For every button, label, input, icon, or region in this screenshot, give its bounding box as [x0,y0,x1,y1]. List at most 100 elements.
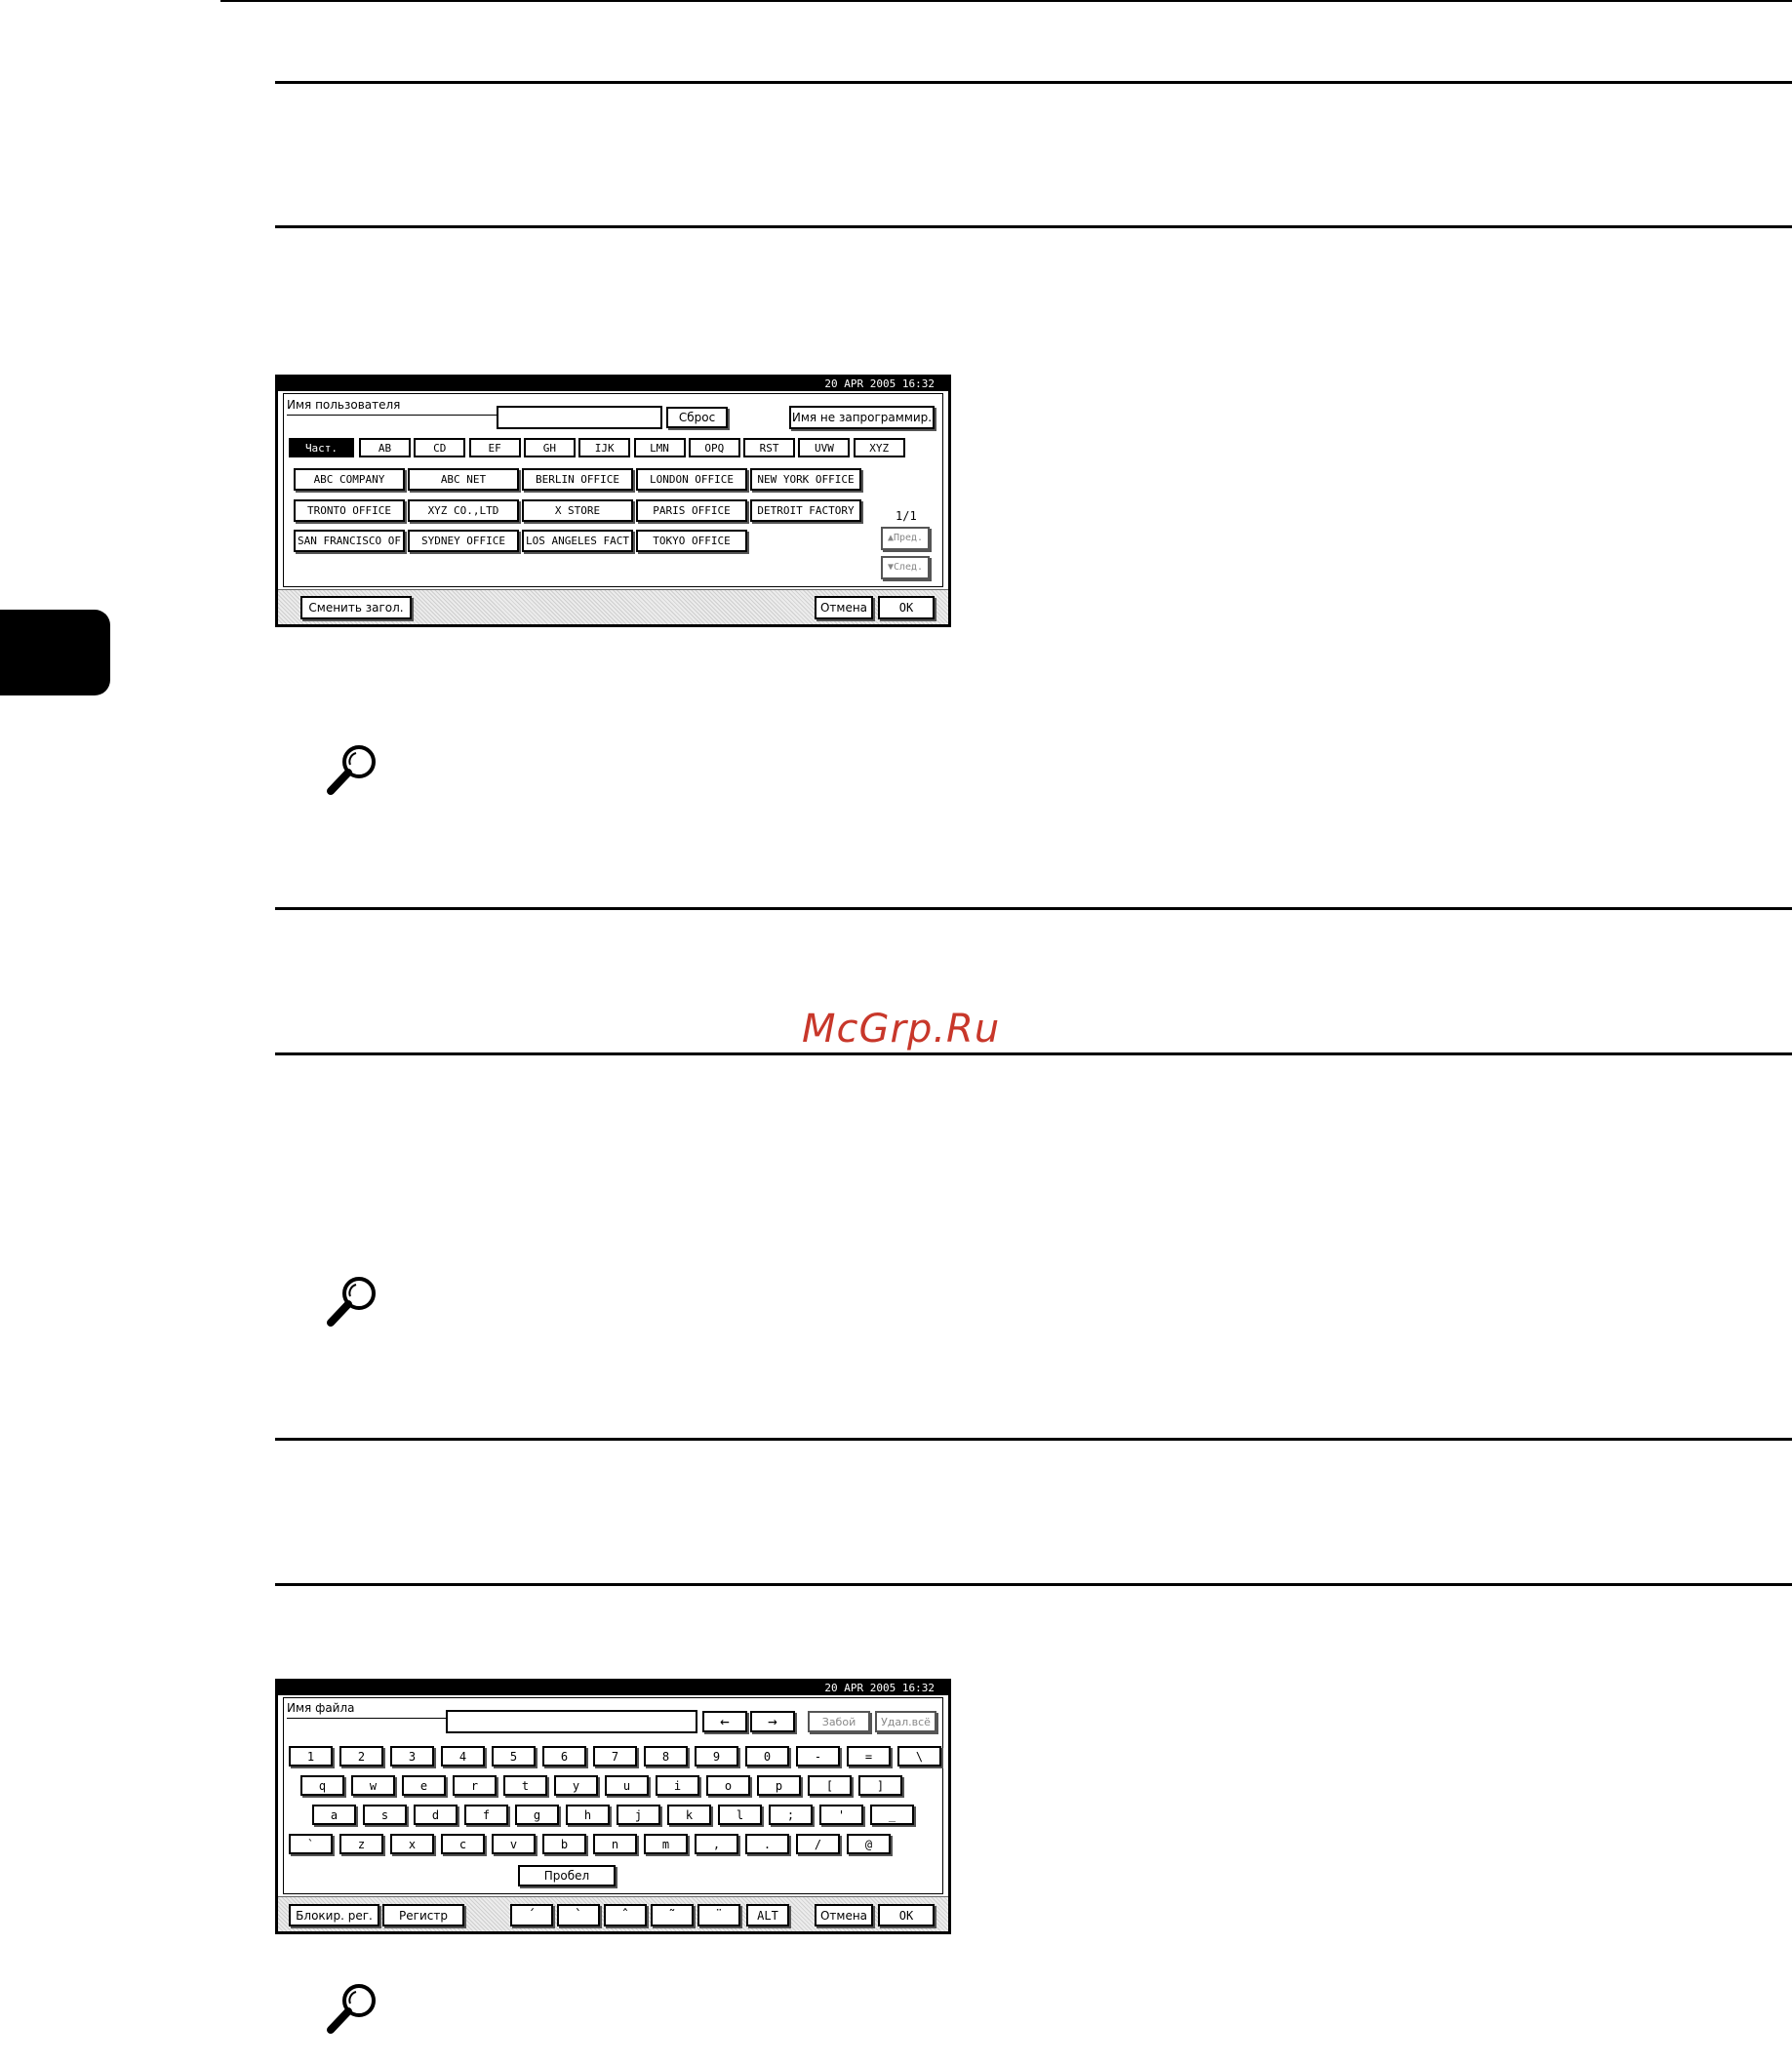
accent-key[interactable]: ` [557,1904,600,1926]
name-button[interactable]: X STORE [522,498,633,522]
name-button[interactable]: NEW YORK OFFICE [750,468,861,491]
key[interactable]: y [554,1775,598,1796]
key[interactable]: h [566,1805,610,1825]
key[interactable]: x [390,1834,434,1854]
key[interactable]: ' [819,1805,863,1825]
key[interactable]: - [796,1746,840,1766]
reset-button[interactable]: Сброс [666,407,728,428]
index-tab[interactable]: RST [743,438,796,457]
key[interactable]: = [847,1746,891,1766]
next-page-button[interactable]: ▼След. [881,556,930,579]
accent-key[interactable]: ¨ [697,1904,740,1926]
key[interactable]: c [441,1834,485,1854]
name-button[interactable]: SAN FRANCISCO OF [294,530,405,552]
key[interactable]: z [339,1834,383,1854]
key[interactable]: q [300,1775,344,1796]
name-button[interactable]: XYZ CO.,LTD [408,498,519,522]
name-button[interactable]: TRONTO OFFICE [294,498,405,522]
cancel-button[interactable]: Отмена [815,1904,873,1926]
file-name-input[interactable] [446,1710,697,1733]
caps-lock-button[interactable]: Блокир. рег. [289,1904,379,1926]
key[interactable]: k [667,1805,711,1825]
backspace-button[interactable]: Забой [808,1711,870,1732]
index-tab[interactable]: XYZ [853,438,905,457]
key[interactable]: u [605,1775,649,1796]
key[interactable]: ` [289,1834,333,1854]
key[interactable]: _ [870,1805,914,1825]
space-key[interactable]: Пробел [518,1865,616,1886]
accent-key[interactable]: ˜ [651,1904,694,1926]
key[interactable]: t [503,1775,547,1796]
name-button[interactable]: PARIS OFFICE [636,498,747,522]
key[interactable]: j [617,1805,660,1825]
name-button[interactable]: LOS ANGELES FACT [522,530,633,552]
index-tab[interactable]: OPQ [688,438,740,457]
user-name-input[interactable] [497,406,662,429]
key[interactable]: e [402,1775,446,1796]
cursor-right-button[interactable]: → [750,1711,795,1732]
name-button[interactable]: ABC COMPANY [294,468,405,491]
index-tab[interactable]: UVW [798,438,851,457]
key[interactable]: 4 [441,1746,485,1766]
key[interactable]: / [796,1834,840,1854]
key[interactable]: n [593,1834,637,1854]
key[interactable]: f [464,1805,508,1825]
accent-key[interactable]: ´ [510,1904,553,1926]
key[interactable]: 9 [695,1746,738,1766]
key[interactable]: \ [897,1746,941,1766]
key[interactable]: 1 [289,1746,333,1766]
key[interactable]: [ [808,1775,852,1796]
name-button[interactable]: DETROIT FACTORY [750,498,861,522]
index-tab[interactable]: AB [359,438,411,457]
key[interactable]: ; [769,1805,813,1825]
key[interactable]: l [718,1805,762,1825]
name-not-programmed-button[interactable]: Имя не запрограммир. [789,406,935,429]
name-button[interactable]: BERLIN OFFICE [522,468,633,491]
shift-button[interactable]: Регистр [382,1904,464,1926]
key[interactable]: . [745,1834,789,1854]
alt-button[interactable]: ALT [746,1904,789,1926]
key[interactable]: a [312,1805,356,1825]
status-datetime: 20 APR 2005 16:32 [278,377,948,391]
key[interactable]: d [414,1805,458,1825]
key[interactable]: g [515,1805,559,1825]
key[interactable]: o [706,1775,750,1796]
index-tab[interactable]: EF [468,438,521,457]
accent-key[interactable]: ˆ [604,1904,647,1926]
name-button[interactable]: LONDON OFFICE [636,468,747,491]
delete-all-button[interactable]: Удал.всё [875,1711,936,1732]
index-tab[interactable]: CD [414,438,466,457]
key[interactable]: 6 [542,1746,586,1766]
key[interactable]: 2 [339,1746,383,1766]
key[interactable]: p [757,1775,801,1796]
key[interactable]: i [656,1775,699,1796]
key[interactable]: 8 [644,1746,688,1766]
index-tab[interactable]: Част. [289,438,354,457]
index-tab[interactable]: LMN [633,438,686,457]
ok-button[interactable]: OK [878,596,935,619]
field-label-underline [287,1718,448,1719]
key[interactable]: @ [847,1834,891,1854]
key[interactable]: r [453,1775,497,1796]
key[interactable]: v [492,1834,536,1854]
key[interactable]: 7 [593,1746,637,1766]
key[interactable]: 3 [390,1746,434,1766]
key[interactable]: w [351,1775,395,1796]
index-tab[interactable]: IJK [578,438,631,457]
key[interactable]: s [363,1805,407,1825]
ok-button[interactable]: OK [878,1904,935,1926]
key[interactable]: m [644,1834,688,1854]
key[interactable]: ] [858,1775,902,1796]
prev-page-button[interactable]: ▲Пред. [881,527,930,550]
key[interactable]: b [542,1834,586,1854]
key[interactable]: , [695,1834,738,1854]
name-button[interactable]: ABC NET [408,468,519,491]
key[interactable]: 0 [745,1746,789,1766]
cursor-left-button[interactable]: ← [702,1711,747,1732]
name-button[interactable]: TOKYO OFFICE [636,530,747,552]
index-tab[interactable]: GH [523,438,576,457]
key[interactable]: 5 [492,1746,536,1766]
change-title-button[interactable]: Сменить загол. [300,596,412,619]
name-button[interactable]: SYDNEY OFFICE [408,530,519,552]
cancel-button[interactable]: Отмена [815,596,873,619]
